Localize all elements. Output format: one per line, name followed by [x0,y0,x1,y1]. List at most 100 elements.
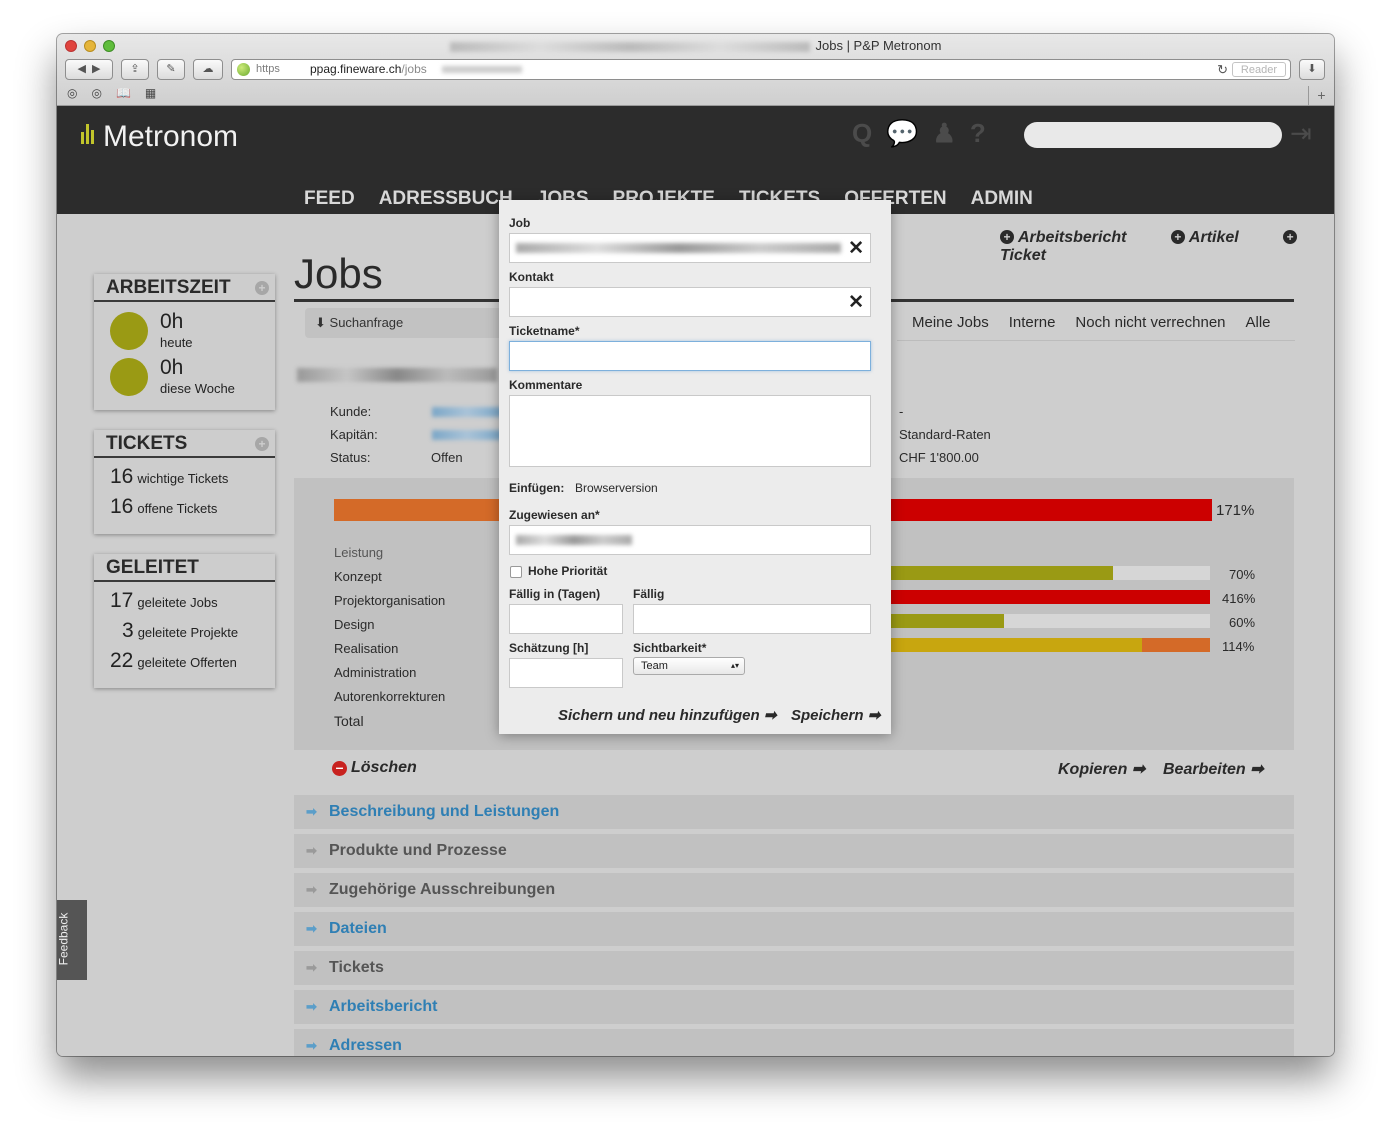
arbeitszeit-today: 0h heute [94,306,275,352]
delete-button[interactable]: – Löschen [332,759,417,777]
add-arbeitszeit-icon[interactable]: + [255,281,269,295]
meta-dash: - [899,404,904,419]
cloud-icon[interactable]: ☁ [193,59,223,80]
copy-button[interactable]: Kopieren ➡ [1058,759,1145,779]
perf-label-projektorganisation: Projektorganisation [334,593,446,608]
performance-labels: Leistung Konzept Projektorganisation Des… [334,541,445,733]
tickets-open-link[interactable]: 16 offene Tickets [94,492,275,522]
job-field[interactable]: ✕ [509,233,871,263]
realisation-bar [888,638,1210,652]
arrow-right-icon: ➡ [306,960,317,975]
user-icon[interactable]: ♟ [933,118,956,149]
reader-button[interactable]: Reader [1231,62,1286,77]
faellig-label: Fällig [633,587,665,601]
arrow-right-icon: ➡ [306,921,317,936]
schaetzung-label: Schätzung [h] [509,641,589,655]
kunde-value-redacted[interactable] [432,407,502,417]
ticketname-input[interactable] [509,341,871,371]
downloads-icon[interactable]: ⬇ [1299,59,1325,80]
realisation-pct: 114% [1222,639,1255,654]
clear-job-icon[interactable]: ✕ [848,237,864,260]
new-ticket-dialog: Job ✕ Kontakt ✕ Ticketname* Kommentare E… [499,200,891,734]
header-search-input[interactable] [1024,122,1282,148]
zugewiesen-value-redacted [516,535,632,545]
zugewiesen-field[interactable] [509,525,871,555]
nav-admin[interactable]: ADMIN [971,188,1033,210]
top-sites-icon[interactable]: ▦ [145,86,170,100]
tickets-title: TICKETS [106,433,188,454]
konzept-pct: 70% [1229,567,1256,582]
app-logo[interactable]: Metronom [81,120,238,154]
section-dateien[interactable]: ➡ Dateien [294,912,1294,946]
reading-list-icon[interactable]: ◎◎ [67,86,116,100]
add-ticket-icon[interactable]: + [255,437,269,451]
arbeitszeit-title: ARBEITSZEIT [106,277,231,298]
kapitaen-label: Kapitän: [330,427,378,442]
url-text: ppag.fineware.ch/jobs [310,62,427,76]
tickets-important-link[interactable]: 16 wichtige Tickets [94,462,275,492]
reload-icon[interactable]: ↻ [1217,60,1228,79]
help-icon[interactable]: ? [970,118,986,149]
select-arrows-icon: ▴▾ [730,661,739,670]
filter-meine-jobs[interactable]: Meine Jobs [912,314,989,331]
section-produkte[interactable]: ➡ Produkte und Prozesse [294,834,1294,868]
arrow-right-icon: ➡ [306,999,317,1014]
hohe-prioritaet-label: Hohe Priorität [528,564,608,578]
kapitaen-value-redacted[interactable] [432,430,502,440]
edit-button[interactable]: Bearbeiten ➡ [1163,759,1264,779]
schaetzung-input[interactable] [509,658,623,688]
konzept-bar [888,566,1210,580]
tickets-widget: TICKETS + 16 wichtige Tickets 16 offene Tic… [94,430,275,534]
share-icon[interactable]: ⇪ [121,59,149,80]
wrench-icon[interactable]: ✎ [157,59,185,80]
projektorganisation-bar [888,590,1210,604]
status-dot-icon [110,312,148,350]
filter-nicht-verrechnen[interactable]: Noch nicht verrechnen [1075,314,1225,331]
save-button[interactable]: Speichern ➡ [791,706,880,724]
job-name-redacted [297,368,497,382]
logout-icon[interactable]: ⇥ [1290,118,1312,149]
suchanfrage-button[interactable]: ⬇ Suchanfrage [305,308,505,338]
geleitete-jobs-link[interactable]: 17 geleitete Jobs [94,586,275,616]
bookmarks-icon[interactable]: 📖 [116,86,145,100]
feedback-tab[interactable]: Feedback [57,900,87,980]
faellig-date-input[interactable] [633,604,871,634]
arbeitszeit-widget: ARBEITSZEIT + 0h heute 0h diese Woche [94,274,275,410]
arbeitszeit-label: heute [160,335,193,350]
hohe-prioritaet-checkbox[interactable] [510,566,522,578]
back-forward-buttons[interactable]: ◀ ▶ [65,59,113,80]
add-arbeitsbericht-button[interactable]: + Arbeitsbericht [1000,229,1146,246]
perf-label-autorenkorrekturen: Autorenkorrekturen [334,689,446,704]
nav-feed[interactable]: FEED [304,188,355,210]
section-beschreibung[interactable]: ➡ Beschreibung und Leistungen [294,795,1294,829]
new-tab-button[interactable]: + [1308,86,1334,106]
browserversion-link[interactable]: Browserversion [575,481,658,495]
kontakt-field[interactable]: ✕ [509,287,871,317]
sichtbarkeit-select[interactable]: Team ▴▾ [633,657,745,675]
geleitete-projekte-link[interactable]: 3 geleitete Projekte [94,616,275,646]
kommentare-textarea[interactable] [509,395,871,467]
section-ausschreibungen[interactable]: ➡ Zugehörige Ausschreibungen [294,873,1294,907]
raten-value: Standard-Raten [899,427,991,442]
section-adressen[interactable]: ➡ Adressen [294,1029,1294,1056]
nav-adressbuch[interactable]: ADRESSBUCH [379,188,513,210]
add-artikel-button[interactable]: + Artikel [1170,229,1259,246]
filter-alle[interactable]: Alle [1246,314,1271,331]
section-arbeitsbericht[interactable]: ➡ Arbeitsbericht [294,990,1294,1024]
arrow-right-icon: ➡ [306,843,317,858]
job-filters: Meine Jobs Interne Noch nicht verrechnen Al… [912,314,1291,331]
section-tickets[interactable]: ➡ Tickets [294,951,1294,985]
status-label: Status: [330,450,371,465]
filter-interne[interactable]: Interne [1009,314,1056,331]
chat-icon[interactable]: 💬 [886,118,918,149]
address-bar[interactable]: https ppag.fineware.ch/jobs ↻ Reader [231,59,1291,80]
arrow-right-icon: ➡ [306,804,317,819]
window-title: Jobs | P&P Metronom [57,38,1334,53]
ticketname-label: Ticketname* [509,324,580,338]
geleitete-offerten-link[interactable]: 22 geleitete Offerten [94,646,275,676]
save-and-new-button[interactable]: Sichern und neu hinzufügen ➡ [558,706,776,724]
kontakt-label: Kontakt [509,270,554,284]
faellig-tage-input[interactable] [509,604,623,634]
search-q-icon[interactable]: Q [852,118,872,149]
clear-kontakt-icon[interactable]: ✕ [848,291,864,314]
